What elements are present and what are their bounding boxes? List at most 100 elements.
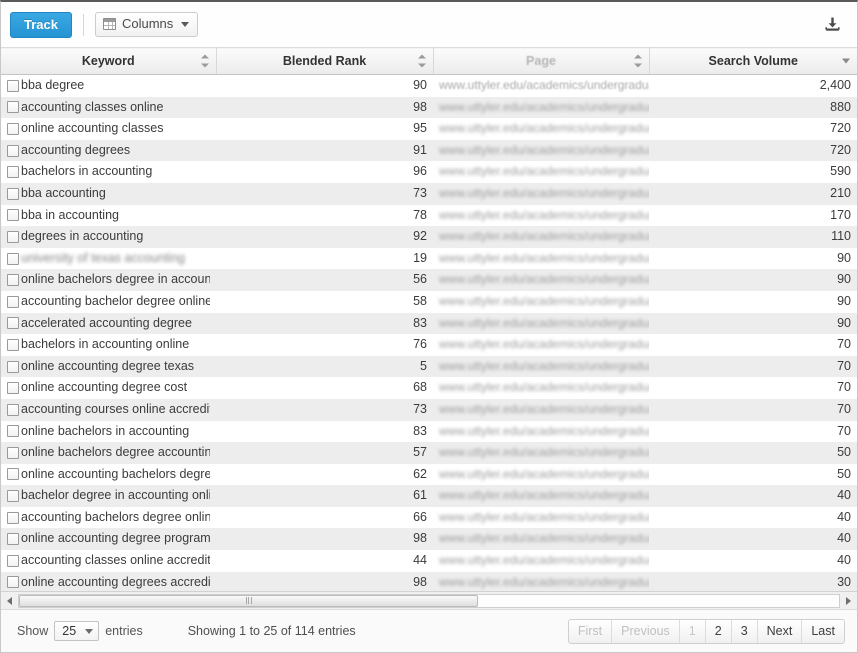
scrollbar-track[interactable] <box>18 593 840 608</box>
keyword-text: accounting bachelors degree online <box>21 509 210 524</box>
cell-blended-rank: 61 <box>413 488 427 503</box>
columns-dropdown-button[interactable]: Columns <box>94 12 199 37</box>
row-checkbox[interactable] <box>7 338 19 351</box>
column-header-keyword[interactable]: Keyword <box>1 47 217 75</box>
scroll-left-arrow-icon[interactable] <box>1 593 18 609</box>
table-row[interactable]: accounting bachelors degree online 66 www.… <box>1 506 857 529</box>
column-header-keyword-label: Keyword <box>81 54 135 68</box>
table-row[interactable]: online accounting degree programs accred… <box>1 528 857 551</box>
cell-blended-rank: 5 <box>420 358 427 373</box>
row-checkbox[interactable] <box>7 166 19 179</box>
table-row[interactable]: bba accounting 73 www.uttyler.edu/academic… <box>1 182 857 205</box>
page-url-text: www.uttyler.edu/academics/undergraduate <box>439 553 649 568</box>
page-url-text: www.uttyler.edu/academics/undergraduate <box>439 488 649 503</box>
row-checkbox[interactable] <box>7 230 19 243</box>
row-checkbox[interactable] <box>7 79 19 92</box>
pagination-button-2[interactable]: 2 <box>706 619 732 643</box>
cell-keyword: accounting bachelors degree online <box>1 507 216 529</box>
pagination-button-3[interactable]: 3 <box>732 619 758 643</box>
sort-descending-icon <box>842 58 850 64</box>
table-row[interactable]: bba in accounting 78 www.uttyler.edu/acade… <box>1 204 857 227</box>
table-row[interactable]: accounting courses online accredited 73 ww… <box>1 398 857 421</box>
page-url-text: www.uttyler.edu/academics/undergraduate <box>439 293 649 308</box>
cell-search-volume: 90 <box>837 272 851 287</box>
row-checkbox[interactable] <box>7 122 19 135</box>
cell-search-volume: 40 <box>837 488 851 503</box>
download-button[interactable] <box>820 12 844 36</box>
pagination-button-next[interactable]: Next <box>758 619 803 643</box>
row-checkbox[interactable] <box>7 576 19 589</box>
page-length-select[interactable]: 25 <box>54 621 100 641</box>
track-button[interactable]: Track <box>10 11 72 38</box>
row-checkbox[interactable] <box>7 144 19 157</box>
row-checkbox[interactable] <box>7 187 19 200</box>
page-url-text: www.uttyler.edu/academics/undergraduate <box>439 229 649 244</box>
table-row[interactable]: online bachelors degree in accounting 56 w… <box>1 269 857 291</box>
row-checkbox[interactable] <box>7 209 19 222</box>
column-header-page[interactable]: Page <box>433 47 650 75</box>
cell-search-volume: 720 <box>830 142 851 157</box>
table-row[interactable]: online bachelors degree accounting 57 www.… <box>1 442 857 464</box>
scroll-right-arrow-icon[interactable] <box>840 593 857 609</box>
table-row[interactable]: university of texas accounting 19 www.utty… <box>1 247 857 270</box>
cell-search-volume: 70 <box>837 358 851 373</box>
pagination-button-last[interactable]: Last <box>802 620 844 643</box>
table-row[interactable]: online bachelors in accounting 83 www.utty… <box>1 420 857 443</box>
page-url-text: www.uttyler.edu/academics/undergraduate <box>439 466 649 481</box>
column-header-search-volume[interactable]: Search Volume <box>649 47 857 75</box>
table-row[interactable]: accounting classes online 98 www.uttyler.e… <box>1 96 857 119</box>
cell-search-volume: 170 <box>830 207 851 222</box>
cell-blended-rank: 96 <box>413 164 427 179</box>
table-row[interactable]: online accounting degree cost 68 www.uttyl… <box>1 377 857 399</box>
table-row[interactable]: bba degree 90 www.uttyler.edu/academics/un… <box>1 74 857 97</box>
row-checkbox[interactable] <box>7 252 19 265</box>
cell-page: www.uttyler.edu/academics/undergraduate <box>433 97 649 119</box>
cell-page: www.uttyler.edu/academics/undergraduate <box>433 485 649 507</box>
table-row[interactable]: accounting degrees 91 www.uttyler.edu/acad… <box>1 139 857 162</box>
row-checkbox[interactable] <box>7 382 19 395</box>
table-row[interactable]: online accounting degrees accredited 98 ww… <box>1 571 857 591</box>
cell-blended-rank: 78 <box>413 207 427 222</box>
cell-blended-rank: 92 <box>413 229 427 244</box>
cell-blended-rank: 91 <box>413 142 427 157</box>
row-checkbox[interactable] <box>7 360 19 373</box>
row-checkbox[interactable] <box>7 511 19 524</box>
keyword-text: online accounting bachelors degree <box>21 466 210 481</box>
horizontal-scrollbar[interactable] <box>1 591 857 609</box>
cell-keyword: degrees in accounting <box>1 226 216 248</box>
page-length-group: Show 25 entries <box>17 621 143 641</box>
cell-blended-rank: 83 <box>413 315 427 330</box>
row-checkbox[interactable] <box>7 533 19 546</box>
table-row[interactable]: online accounting bachelors degree 62 www.… <box>1 463 857 486</box>
row-checkbox[interactable] <box>7 274 19 287</box>
row-checkbox[interactable] <box>7 446 19 459</box>
table-row[interactable]: accelerated accounting degree 83 www.uttyl… <box>1 312 857 335</box>
table-row[interactable]: accounting bachelor degree online 58 www.u… <box>1 290 857 313</box>
table-row[interactable]: accounting classes online accredited 44 ww… <box>1 550 857 572</box>
column-header-blended-rank[interactable]: Blended Rank <box>216 47 434 75</box>
row-checkbox[interactable] <box>7 295 19 308</box>
row-checkbox[interactable] <box>7 317 19 330</box>
cell-keyword: accelerated accounting degree <box>1 313 216 335</box>
cell-keyword: online accounting degree programs accred… <box>1 528 216 550</box>
show-label: Show <box>17 624 49 638</box>
table-row[interactable]: degrees in accounting 92 www.uttyler.edu/a… <box>1 226 857 248</box>
row-checkbox[interactable] <box>7 554 19 567</box>
table-row[interactable]: bachelors in accounting online 76 www.utty… <box>1 334 857 356</box>
row-checkbox[interactable] <box>7 425 19 438</box>
table-row[interactable]: bachelors in accounting 96 www.uttyler.edu… <box>1 161 857 183</box>
row-checkbox[interactable] <box>7 403 19 416</box>
cell-search-volume: 2,400 <box>819 78 851 92</box>
cell-blended-rank: 98 <box>413 531 427 546</box>
download-icon <box>824 17 840 31</box>
row-checkbox[interactable] <box>7 468 19 481</box>
toolbar: Track Columns <box>1 2 857 47</box>
keyword-text: university of texas accounting <box>21 250 185 265</box>
table-row[interactable]: online accounting degree texas 5 www.uttyl… <box>1 355 857 378</box>
table-row[interactable]: bachelor degree in accounting online 61 ww… <box>1 485 857 507</box>
row-checkbox[interactable] <box>7 101 19 114</box>
row-checkbox[interactable] <box>7 490 19 503</box>
table-row[interactable]: online accounting classes 95 www.uttyler.e… <box>1 118 857 140</box>
scrollbar-thumb[interactable] <box>19 594 479 607</box>
keyword-text: online bachelors degree accounting <box>21 445 210 460</box>
